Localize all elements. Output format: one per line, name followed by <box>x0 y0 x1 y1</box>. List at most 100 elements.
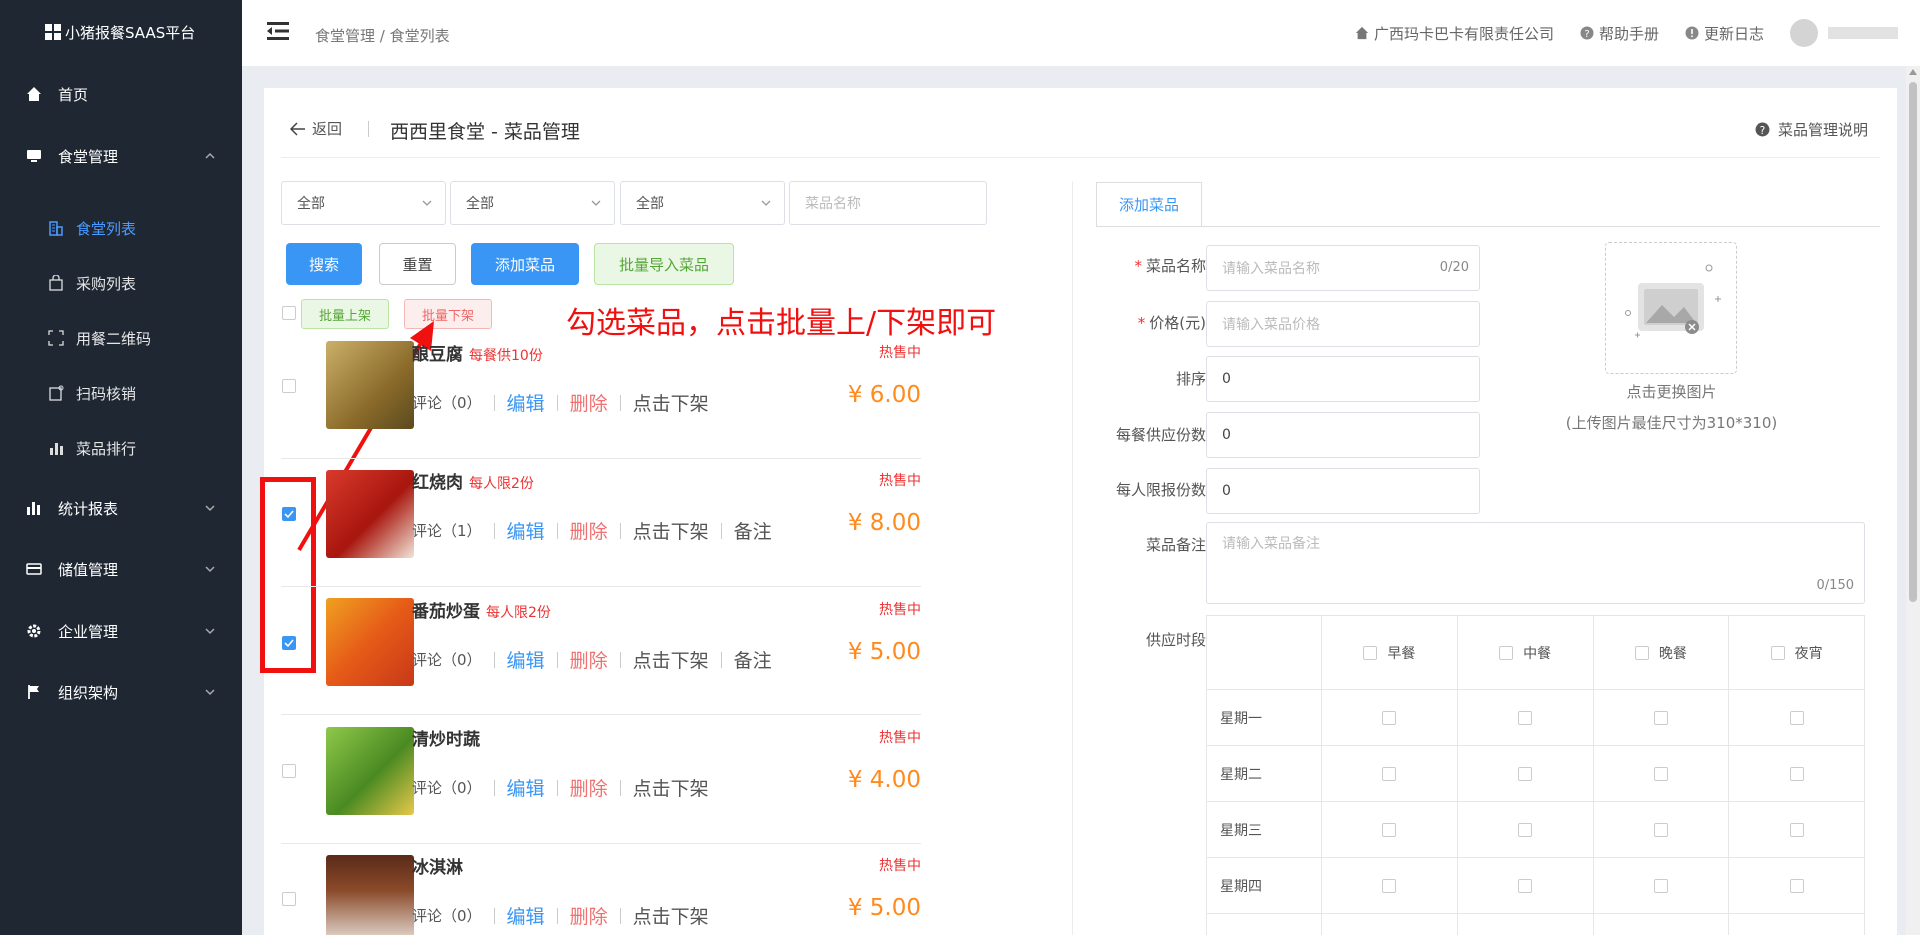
sidebar-item-scan-verify[interactable]: 扫码核销 <box>0 373 242 413</box>
dish-name-field[interactable]: 请输入菜品名称 0/20 <box>1206 245 1480 291</box>
period-checkbox[interactable] <box>1789 822 1804 837</box>
table-row: 星期三 <box>1206 801 1865 858</box>
sidebar-item-meal-qrcode[interactable]: 用餐二维码 <box>0 318 242 358</box>
meal-checkbox[interactable] <box>1499 645 1514 660</box>
sidebar-item-dish-ranking[interactable]: 菜品排行 <box>0 428 242 468</box>
gear-icon <box>26 623 42 639</box>
meal-header-lunch[interactable]: 中餐 <box>1456 615 1594 690</box>
period-checkbox[interactable] <box>1789 710 1804 725</box>
meal-checkbox[interactable] <box>1770 645 1785 660</box>
meal-checkbox[interactable] <box>1363 645 1378 660</box>
filter-select-3[interactable]: 全部 <box>620 181 785 225</box>
edit-link[interactable]: 编辑 <box>507 902 545 929</box>
meal-header-breakfast[interactable]: 早餐 <box>1321 615 1458 690</box>
period-checkbox[interactable] <box>1653 766 1668 781</box>
meal-header-dinner[interactable]: 晚餐 <box>1592 615 1730 690</box>
period-checkbox[interactable] <box>1789 766 1804 781</box>
period-checkbox[interactable] <box>1518 878 1533 893</box>
edit-link[interactable]: 编辑 <box>507 774 545 801</box>
meal-header-night[interactable]: 夜宵 <box>1728 615 1865 690</box>
sidebar-item-canteen[interactable]: 食堂管理 <box>0 136 242 176</box>
period-checkbox[interactable] <box>1653 878 1668 893</box>
username-redacted[interactable] <box>1828 27 1898 39</box>
sidebar-item-org[interactable]: 组织架构 <box>0 672 242 712</box>
dish-checkbox[interactable] <box>282 379 296 393</box>
sidebar-item-canteen-list[interactable]: 食堂列表 <box>0 208 242 248</box>
sidebar-item-enterprise[interactable]: 企业管理 <box>0 611 242 651</box>
back-button[interactable]: 返回 <box>290 118 342 139</box>
scrollbar-thumb[interactable] <box>1909 82 1917 602</box>
delete-link[interactable]: 删除 <box>570 389 608 416</box>
delete-link[interactable]: 删除 <box>570 902 608 929</box>
dish-checkbox[interactable] <box>282 892 296 906</box>
remark-link[interactable]: 备注 <box>734 517 772 544</box>
sidebar-item-purchase-list[interactable]: 采购列表 <box>0 263 242 303</box>
reset-button[interactable]: 重置 <box>379 243 456 285</box>
period-checkbox[interactable] <box>1518 766 1533 781</box>
remark-link[interactable]: 备注 <box>734 646 772 673</box>
supply-per-meal-field[interactable]: 0 <box>1206 412 1480 458</box>
price-field[interactable]: 请输入菜品价格 <box>1206 301 1480 347</box>
add-dish-button[interactable]: 添加菜品 <box>471 243 579 285</box>
period-checkbox[interactable] <box>1653 710 1668 725</box>
help-manual-link[interactable]: ? 帮助手册 <box>1580 23 1659 44</box>
dish-checkbox[interactable] <box>282 507 296 521</box>
dish-checkbox[interactable] <box>282 636 296 650</box>
comments-link[interactable]: 评论（0） <box>412 905 482 926</box>
dish-help-link[interactable]: ? 菜品管理说明 <box>1755 119 1868 140</box>
weekday-label: 星期一 <box>1206 689 1322 746</box>
dish-checkbox[interactable] <box>282 764 296 778</box>
period-checkbox[interactable] <box>1518 822 1533 837</box>
period-checkbox[interactable] <box>1382 766 1397 781</box>
period-checkbox[interactable] <box>1382 878 1397 893</box>
scroll-up-icon[interactable] <box>1909 69 1917 75</box>
dish-remark-label: 菜品备注 <box>1145 536 1206 554</box>
toggle-shelf-link[interactable]: 点击下架 <box>633 517 709 544</box>
period-checkbox[interactable] <box>1518 710 1533 725</box>
delete-link[interactable]: 删除 <box>570 774 608 801</box>
toggle-shelf-link[interactable]: 点击下架 <box>633 646 709 673</box>
comments-link[interactable]: 评论（0） <box>412 392 482 413</box>
image-upload-area[interactable] <box>1605 242 1737 374</box>
period-checkbox[interactable] <box>1382 822 1397 837</box>
toggle-shelf-link[interactable]: 点击下架 <box>633 389 709 416</box>
delete-link[interactable]: 删除 <box>570 517 608 544</box>
limit-per-person-field[interactable]: 0 <box>1206 468 1480 514</box>
comments-link[interactable]: 评论（0） <box>412 777 482 798</box>
app-logo[interactable]: 小猪报餐SAAS平台 <box>0 0 242 64</box>
menu-toggle-icon[interactable] <box>267 21 289 41</box>
period-checkbox[interactable] <box>1382 710 1397 725</box>
toggle-shelf-link[interactable]: 点击下架 <box>633 902 709 929</box>
filter-select-2[interactable]: 全部 <box>450 181 615 225</box>
comments-link[interactable]: 评论（1） <box>412 520 482 541</box>
status-badge: 热售中 <box>879 730 921 746</box>
avatar[interactable] <box>1790 19 1818 47</box>
tab-add-dish[interactable]: 添加菜品 <box>1096 182 1202 227</box>
company-link[interactable]: 广西玛卡巴卡有限责任公司 <box>1355 23 1554 44</box>
card-icon <box>26 561 42 577</box>
search-button[interactable]: 搜索 <box>286 243 362 285</box>
meal-checkbox[interactable] <box>1634 645 1649 660</box>
comments-link[interactable]: 评论（0） <box>412 649 482 670</box>
changelog-link[interactable]: 更新日志 <box>1685 23 1764 44</box>
edit-link[interactable]: 编辑 <box>507 389 545 416</box>
batch-import-button[interactable]: 批量导入菜品 <box>594 243 734 285</box>
toggle-shelf-link[interactable]: 点击下架 <box>633 774 709 801</box>
dish-note: 每餐供10份 <box>469 348 543 364</box>
sidebar-item-stats[interactable]: 统计报表 <box>0 488 242 528</box>
period-checkbox[interactable] <box>1789 878 1804 893</box>
edit-link[interactable]: 编辑 <box>507 646 545 673</box>
edit-link[interactable]: 编辑 <box>507 517 545 544</box>
page-scrollbar[interactable] <box>1906 66 1920 935</box>
dish-remark-textarea[interactable]: 请输入菜品备注 0/150 <box>1206 522 1865 604</box>
company-name: 广西玛卡巴卡有限责任公司 <box>1373 24 1554 43</box>
sidebar-item-stored-value[interactable]: 储值管理 <box>0 549 242 589</box>
sidebar-item-home[interactable]: 首页 <box>0 74 242 114</box>
period-checkbox[interactable] <box>1653 822 1668 837</box>
sort-field[interactable]: 0 <box>1206 356 1480 402</box>
dish-name-search-input[interactable]: 菜品名称 <box>789 181 987 225</box>
delete-link[interactable]: 删除 <box>570 646 608 673</box>
weekday-label: 星期四 <box>1206 857 1322 914</box>
filter-select-1[interactable]: 全部 <box>281 181 446 225</box>
question-icon: ? <box>1755 122 1770 137</box>
